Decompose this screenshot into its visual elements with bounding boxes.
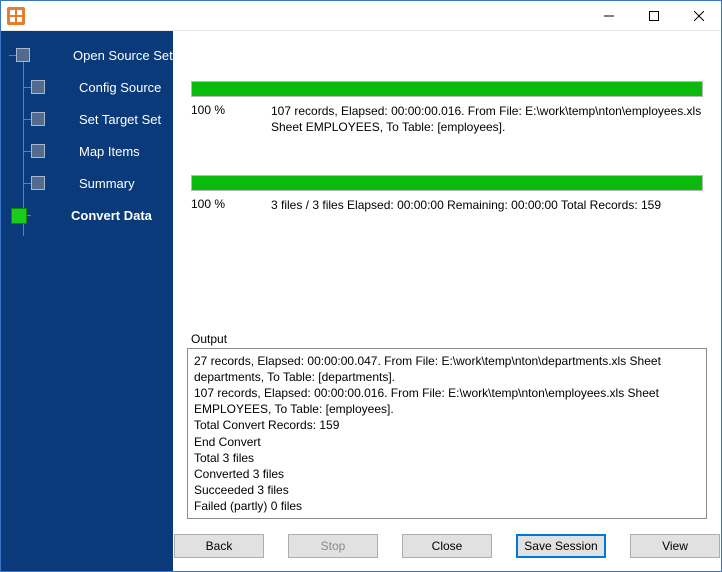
- step-convert-data[interactable]: Convert Data: [1, 203, 173, 227]
- save-session-button[interactable]: Save Session: [516, 534, 606, 558]
- output-label: Output: [191, 332, 721, 346]
- file-progress-bar: [191, 81, 703, 97]
- minimize-icon: [604, 11, 614, 21]
- button-bar: Back Stop Close Save Session View: [173, 527, 721, 571]
- step-label: Config Source: [79, 80, 161, 95]
- stop-button: Stop: [288, 534, 378, 558]
- output-line: End Convert: [194, 434, 700, 450]
- step-config-source[interactable]: Config Source: [1, 75, 173, 99]
- output-line: 27 records, Elapsed: 00:00:00.047. From …: [194, 353, 700, 385]
- step-set-target-set[interactable]: Set Target Set: [1, 107, 173, 131]
- maximize-icon: [649, 11, 659, 21]
- output-line: Total Convert Records: 159: [194, 417, 700, 433]
- output-line: 107 records, Elapsed: 00:00:00.016. From…: [194, 385, 700, 417]
- app-icon: [7, 7, 25, 25]
- output-line: Failed (partly) 0 files: [194, 498, 700, 514]
- output-line: Converted 3 files: [194, 466, 700, 482]
- titlebar: [1, 1, 721, 31]
- file-progress-percent: 100 %: [191, 103, 271, 117]
- file-progress-detail: 107 records, Elapsed: 00:00:00.016. From…: [271, 103, 703, 135]
- total-progress-bar: [191, 175, 703, 191]
- step-map-items[interactable]: Map Items: [1, 139, 173, 163]
- step-summary[interactable]: Summary: [1, 171, 173, 195]
- output-line: Succeeded 3 files: [194, 482, 700, 498]
- step-label: Set Target Set: [79, 112, 161, 127]
- wizard-window: Open Source Set Config Source Set Target…: [0, 0, 722, 572]
- output-line: Total 3 files: [194, 450, 700, 466]
- maximize-button[interactable]: [631, 1, 676, 31]
- step-label: Open Source Set: [73, 48, 173, 63]
- main-panel: 100 % 107 records, Elapsed: 00:00:00.016…: [173, 31, 721, 571]
- total-progress-percent: 100 %: [191, 197, 271, 211]
- close-window-button[interactable]: [676, 1, 721, 31]
- step-label: Map Items: [79, 144, 140, 159]
- back-button[interactable]: Back: [174, 534, 264, 558]
- output-textarea[interactable]: 27 records, Elapsed: 00:00:00.047. From …: [187, 348, 707, 519]
- step-label: Convert Data: [71, 208, 152, 223]
- close-icon: [694, 11, 704, 21]
- view-button[interactable]: View: [630, 534, 720, 558]
- step-open-source-set[interactable]: Open Source Set: [1, 43, 173, 67]
- minimize-button[interactable]: [586, 1, 631, 31]
- total-progress-detail: 3 files / 3 files Elapsed: 00:00:00 Rema…: [271, 197, 703, 213]
- step-label: Summary: [79, 176, 135, 191]
- close-button[interactable]: Close: [402, 534, 492, 558]
- wizard-sidebar: Open Source Set Config Source Set Target…: [1, 31, 173, 571]
